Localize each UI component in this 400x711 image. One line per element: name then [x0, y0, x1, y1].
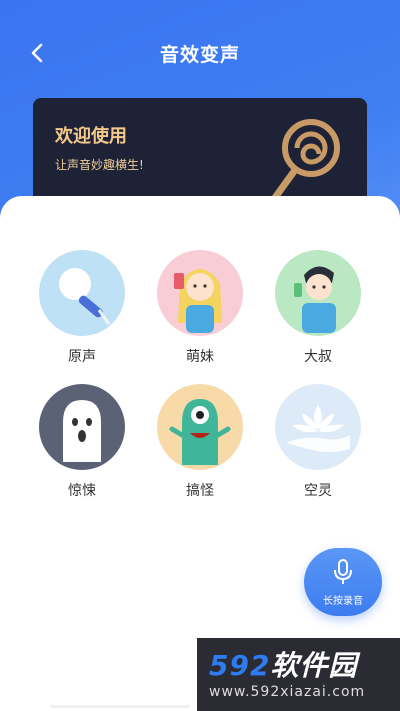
banner-title: 欢迎使用 — [55, 126, 127, 147]
ghost-icon — [63, 400, 101, 462]
effect-original-avatar — [39, 250, 125, 336]
effect-uncle-avatar — [275, 250, 361, 336]
watermark-url: www.592xiazai.com — [209, 684, 366, 700]
girl-icon — [174, 269, 222, 333]
effect-horror-avatar — [39, 384, 125, 470]
man-icon — [294, 266, 336, 333]
effect-funny[interactable]: 搞怪 — [150, 384, 250, 500]
page-title: 音效变声 — [159, 44, 240, 66]
microphone-icon — [59, 268, 111, 325]
effect-horror-label: 惊悚 — [68, 483, 96, 499]
effects-card: 原声 萌妹 大叔 惊悚 搞怪 空灵 — [0, 196, 400, 711]
watermark: 592软件园 www.592xiazai.com — [197, 638, 400, 711]
effect-funny-avatar — [157, 384, 243, 470]
hold-to-record-label: 长按录音 — [323, 596, 363, 607]
watermark-logo-number: 592 — [209, 649, 271, 682]
effect-horror[interactable]: 惊悚 — [32, 384, 132, 500]
watermark-logo-text: 软件园 — [270, 649, 358, 682]
effect-cute-girl[interactable]: 萌妹 — [150, 250, 250, 366]
effect-cute-girl-label: 萌妹 — [186, 349, 214, 365]
effect-uncle-label: 大叔 — [304, 349, 332, 365]
lotus-icon — [286, 405, 350, 452]
effect-uncle[interactable]: 大叔 — [268, 250, 368, 366]
monster-icon — [169, 399, 231, 465]
hold-to-record-button[interactable]: 长按录音 — [304, 548, 382, 616]
effect-cute-girl-avatar — [157, 250, 243, 336]
banner-subtitle: 让声音妙趣横生! — [55, 158, 144, 172]
home-indicator — [50, 705, 190, 708]
effect-original-label: 原声 — [68, 349, 96, 365]
microphone-icon — [334, 559, 352, 584]
effect-ethereal-avatar — [275, 384, 361, 470]
watermark-logo: 592软件园 — [209, 644, 357, 684]
effect-ethereal[interactable]: 空灵 — [268, 384, 368, 500]
effect-ethereal-label: 空灵 — [304, 483, 332, 499]
effect-original[interactable]: 原声 — [32, 250, 132, 366]
effect-funny-label: 搞怪 — [186, 483, 214, 499]
